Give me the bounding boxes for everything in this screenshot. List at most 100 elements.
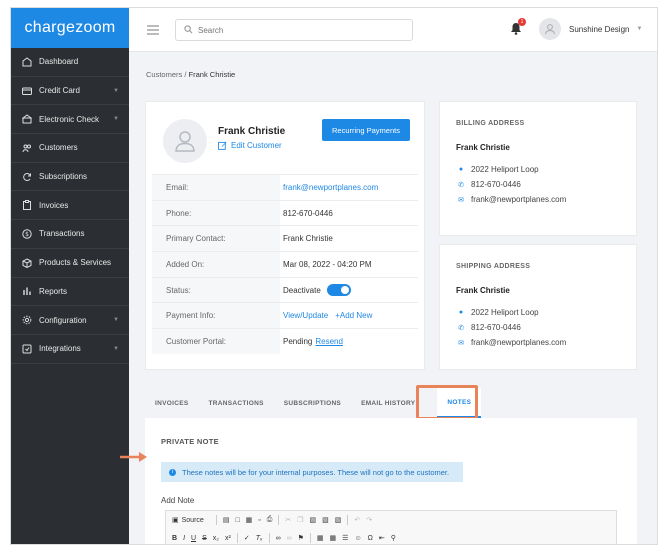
envelope-icon: ✉ — [458, 339, 464, 347]
page-break-icon[interactable]: ⇤ — [379, 534, 385, 542]
bank-icon — [21, 113, 33, 125]
horizontal-line-icon[interactable]: ☰ — [342, 534, 348, 542]
sidebar-item-credit-card[interactable]: Credit Card ▼ — [11, 77, 129, 106]
info-icon: i — [169, 468, 176, 476]
strike-icon[interactable]: S — [202, 535, 207, 542]
copy-icon[interactable]: ❐ — [297, 516, 303, 524]
info-value: Mar 08, 2022 - 04:20 PM — [283, 259, 372, 269]
shipping-email[interactable]: frank@newportplanes.com — [471, 338, 566, 347]
remove-format-icon[interactable]: Tₓ — [256, 535, 263, 542]
shipping-address: 2022 Heliport Loop — [471, 308, 539, 317]
info-row-phone: Phone: 812-670-0446 — [152, 199, 418, 226]
user-menu[interactable]: Sunshine Design ▼ — [539, 18, 642, 40]
sidebar-item-label: Credit Card — [39, 86, 80, 96]
italic-icon[interactable]: I — [183, 535, 185, 542]
customer-name: Frank Christie — [218, 126, 286, 137]
table-icon[interactable]: ▦ — [330, 534, 337, 542]
omega-icon[interactable]: Ω — [368, 535, 373, 542]
sidebar-item-transactions[interactable]: $ Transactions — [11, 220, 129, 249]
unlink-icon[interactable]: ∞ — [287, 535, 292, 542]
shipping-phone: 812-670-0446 — [471, 323, 521, 332]
breadcrumb-current: Frank Christie — [188, 70, 236, 79]
credit-card-icon — [21, 85, 33, 97]
underline-icon[interactable]: U — [191, 535, 196, 542]
shipping-heading: SHIPPING ADDRESS — [456, 263, 531, 270]
search-box[interactable] — [175, 19, 413, 41]
search-input[interactable] — [198, 25, 398, 35]
undo-icon[interactable]: ↶ — [354, 516, 360, 524]
add-note-label: Add Note — [161, 496, 195, 505]
resend-link[interactable]: Resend — [315, 337, 343, 346]
recurring-payments-button[interactable]: Recurring Payments — [322, 119, 410, 141]
anchor-icon[interactable]: ⚑ — [298, 534, 304, 542]
paste-icon[interactable]: ▧ — [310, 516, 317, 524]
rich-text-editor[interactable]: ▣ Source ▤ □ ▦ ▫ ⎙ ✂ ❐ ▧ ▧ ▧ ↶ ↷ B I U S… — [165, 510, 617, 544]
shipping-email-line: ✉ frank@newportplanes.com — [456, 338, 566, 347]
billing-email[interactable]: frank@newportplanes.com — [471, 195, 566, 204]
phone-icon: ✆ — [458, 324, 464, 332]
billing-phone-line: ✆ 812-670-0446 — [456, 180, 521, 189]
chevron-down-icon: ▼ — [636, 26, 643, 32]
customer-profile-card: Frank Christie Edit Customer Recurring P… — [145, 101, 425, 370]
edit-customer-link[interactable]: Edit Customer — [218, 141, 282, 150]
iframe-icon[interactable]: ⚲ — [391, 534, 396, 542]
paste-word-icon[interactable]: ▧ — [335, 516, 342, 524]
logo[interactable]: chargezoom — [11, 8, 129, 48]
shipping-name: Frank Christie — [456, 286, 510, 295]
email-link[interactable]: frank@newportplanes.com — [280, 175, 378, 200]
sidebar-item-integrations[interactable]: Integrations ▼ — [11, 335, 129, 364]
info-value: 812-670-0446 — [283, 208, 333, 218]
plug-icon — [21, 343, 33, 355]
menu-toggle-icon[interactable] — [147, 25, 159, 35]
paste-text-icon[interactable]: ▧ — [322, 516, 329, 524]
add-new-link[interactable]: +Add New — [335, 311, 372, 320]
tab-transactions[interactable]: TRANSACTIONS — [198, 388, 273, 418]
status-value: Deactivate — [280, 278, 351, 303]
tab-invoices[interactable]: INVOICES — [145, 388, 198, 418]
sidebar-item-dashboard[interactable]: Dashboard — [11, 48, 129, 77]
redo-icon[interactable]: ↷ — [366, 516, 372, 524]
tab-email-history[interactable]: EMAIL HISTORY — [351, 388, 425, 418]
sidebar-item-customers[interactable]: Customers — [11, 134, 129, 163]
print-icon[interactable]: ⎙ — [267, 516, 273, 524]
superscript-icon[interactable]: x² — [225, 535, 231, 542]
billing-name: Frank Christie — [456, 143, 510, 152]
image-icon[interactable]: ▦ — [317, 534, 324, 542]
notes-tab-highlight — [416, 385, 478, 420]
info-row-customer-portal: Customer Portal: Pending Resend — [152, 328, 418, 354]
sidebar-item-invoices[interactable]: Invoices — [11, 191, 129, 221]
sidebar-item-label: Dashboard — [39, 57, 79, 67]
format-painter-icon[interactable]: ✓ — [244, 534, 250, 542]
avatar — [539, 18, 561, 40]
dollar-icon: $ — [21, 228, 33, 240]
breadcrumb-parent[interactable]: Customers — [146, 70, 182, 79]
link-icon[interactable]: ∞ — [276, 535, 281, 542]
smiley-icon[interactable]: ☺ — [354, 535, 361, 542]
tab-subscriptions[interactable]: SUBSCRIPTIONS — [274, 388, 351, 418]
private-note-heading: PRIVATE NOTE — [161, 437, 219, 446]
cut-icon[interactable]: ✂ — [285, 516, 291, 524]
notification-button[interactable]: 1 — [510, 18, 526, 37]
new-page-icon[interactable]: □ — [235, 517, 239, 524]
status-toggle[interactable] — [326, 284, 351, 297]
sidebar-item-products-services[interactable]: Products & Services — [11, 249, 129, 278]
info-label: Status: — [152, 277, 280, 303]
source-button[interactable]: ▣ Source — [172, 516, 210, 525]
info-row-payment-info: Payment Info: View/Update +Add New — [152, 302, 418, 329]
bold-icon[interactable]: B — [172, 535, 177, 542]
sidebar-item-configuration[interactable]: Configuration ▼ — [11, 306, 129, 335]
customer-info-table: Email: frank@newportplanes.com Phone: 81… — [152, 174, 418, 354]
save-icon[interactable]: ▤ — [223, 516, 230, 524]
template-icon[interactable]: ▦ — [246, 516, 253, 524]
view-update-link[interactable]: View/Update — [283, 311, 328, 320]
sidebar-item-label: Invoices — [39, 200, 69, 210]
portal-status: Pending — [283, 336, 313, 346]
sidebar-nav: Dashboard Credit Card ▼ Electronic Check ▼ Cu… — [11, 48, 129, 364]
sidebar-item-subscriptions[interactable]: Subscriptions — [11, 163, 129, 192]
sidebar-item-electronic-check[interactable]: Electronic Check ▼ — [11, 105, 129, 135]
sidebar-item-label: Products & Services — [39, 258, 112, 268]
preview-icon[interactable]: ▫ — [258, 517, 260, 524]
subscript-icon[interactable]: x₂ — [213, 535, 219, 542]
sidebar-item-reports[interactable]: Reports — [11, 278, 129, 307]
chevron-down-icon: ▼ — [113, 345, 119, 352]
